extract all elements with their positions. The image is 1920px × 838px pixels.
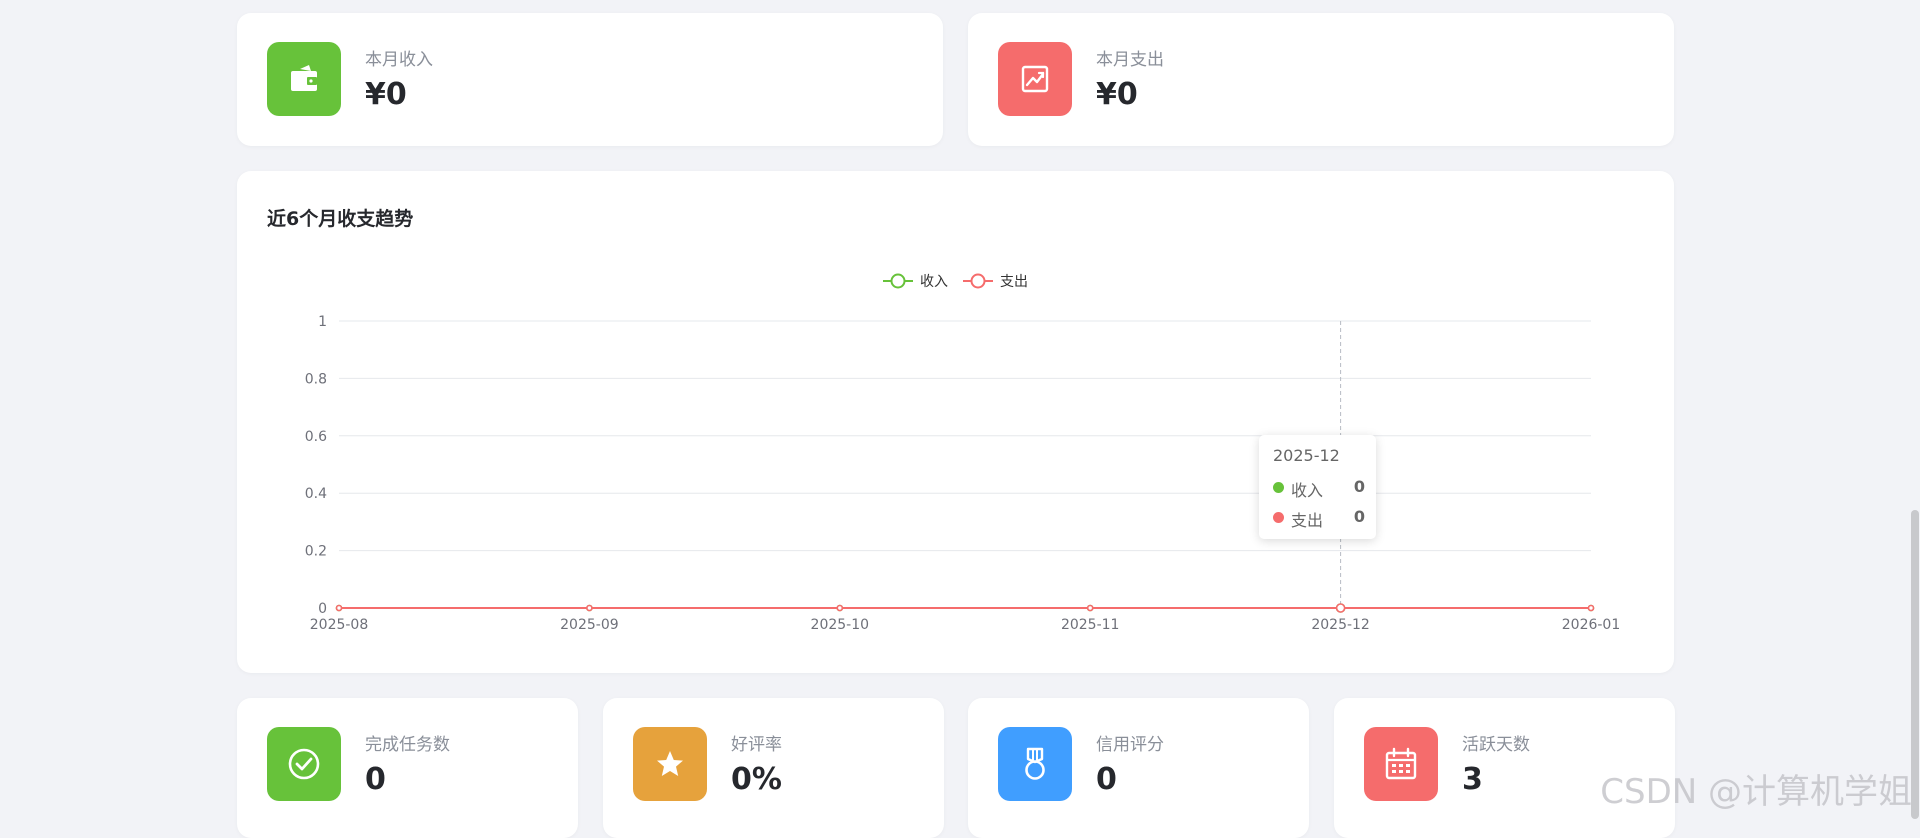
active-days-value: 3 (1462, 762, 1483, 797)
expense-label: 本月支出 (1096, 50, 1164, 70)
star-icon (657, 751, 683, 776)
x-tick-label: 2026-01 (1562, 617, 1621, 633)
income-value: ¥0 (365, 77, 407, 112)
y-tick-label: 0.2 (305, 544, 327, 560)
rating-value: 0% (731, 762, 782, 797)
tasks-value: 0 (365, 762, 386, 797)
trend-chart-card: 近6个月收支趋势 0 0.2 0.4 0.6 0.8 1 2025-08 2025-09 20… (237, 171, 1674, 673)
income-stat-card: 本月收入 ¥0 (237, 13, 943, 146)
tooltip-row: 支出 0 (1273, 507, 1365, 530)
x-tick-label: 2025-08 (310, 617, 369, 633)
legend-label: 支出 (1000, 274, 1028, 290)
data-point[interactable] (335, 604, 343, 612)
income-icon-tile (267, 42, 341, 116)
data-point[interactable] (1335, 603, 1346, 613)
trend-line-chart[interactable]: 0 0.2 0.4 0.6 0.8 1 2025-08 2025-09 2025-10 2025… (237, 171, 1674, 673)
tasks-label: 完成任务数 (365, 735, 450, 755)
legend-item[interactable]: 支出 (963, 273, 1028, 290)
medal-icon (1025, 747, 1045, 780)
credit-stat-card: 信用评分 0 (968, 698, 1309, 838)
expense-stat-card: 本月支出 ¥0 (968, 13, 1674, 146)
expense-value: ¥0 (1096, 77, 1138, 112)
legend-item[interactable]: 收入 (883, 273, 948, 290)
chart-tooltip: 2025-12 收入 0 支出 0 (1259, 435, 1376, 539)
data-point[interactable] (1587, 604, 1595, 612)
expense-icon-tile (998, 42, 1072, 116)
credit-label: 信用评分 (1096, 735, 1164, 755)
rating-stat-card: 好评率 0% (603, 698, 944, 838)
x-tick-label: 2025-10 (811, 617, 870, 633)
trend-chart-icon (1021, 65, 1049, 93)
tooltip-expense-dot (1273, 512, 1284, 523)
rating-icon-tile (633, 727, 707, 801)
page-scrollbar-thumb[interactable] (1911, 510, 1919, 819)
x-tick-label: 2025-12 (1311, 617, 1370, 633)
watermark: CSDN @计算机学姐 (1600, 772, 1912, 812)
y-tick-label: 0.6 (305, 429, 327, 445)
active-days-label: 活跃天数 (1462, 735, 1530, 755)
data-point[interactable] (836, 604, 844, 612)
y-tick-label: 0.4 (305, 486, 327, 502)
active-days-icon-tile (1364, 727, 1438, 801)
x-tick-label: 2025-09 (560, 617, 619, 633)
tooltip-income-dot (1273, 482, 1284, 493)
tooltip-income-value: 0 (1353, 477, 1365, 496)
credit-icon-tile (998, 727, 1072, 801)
y-tick-label: 0 (318, 601, 327, 617)
rating-label: 好评率 (731, 735, 782, 755)
y-tick-label: 0.8 (305, 371, 327, 387)
tooltip-expense-name: 支出 (1291, 511, 1324, 530)
check-circle-icon (288, 748, 320, 780)
tasks-stat-card: 完成任务数 0 (237, 698, 578, 838)
calendar-icon (1385, 747, 1417, 780)
income-label: 本月收入 (365, 50, 433, 70)
legend-label: 收入 (920, 274, 948, 290)
credit-value: 0 (1096, 762, 1117, 797)
wallet-icon (291, 65, 317, 91)
tooltip-income-name: 收入 (1291, 481, 1324, 500)
x-tick-label: 2025-11 (1061, 617, 1120, 633)
tooltip-row: 收入 0 (1273, 477, 1365, 500)
tooltip-expense-value: 0 (1353, 507, 1365, 526)
tooltip-category: 2025-12 (1273, 446, 1340, 465)
y-tick-label: 1 (318, 314, 327, 330)
tasks-icon-tile (267, 727, 341, 801)
data-point[interactable] (586, 604, 593, 612)
data-point[interactable] (1086, 604, 1094, 612)
